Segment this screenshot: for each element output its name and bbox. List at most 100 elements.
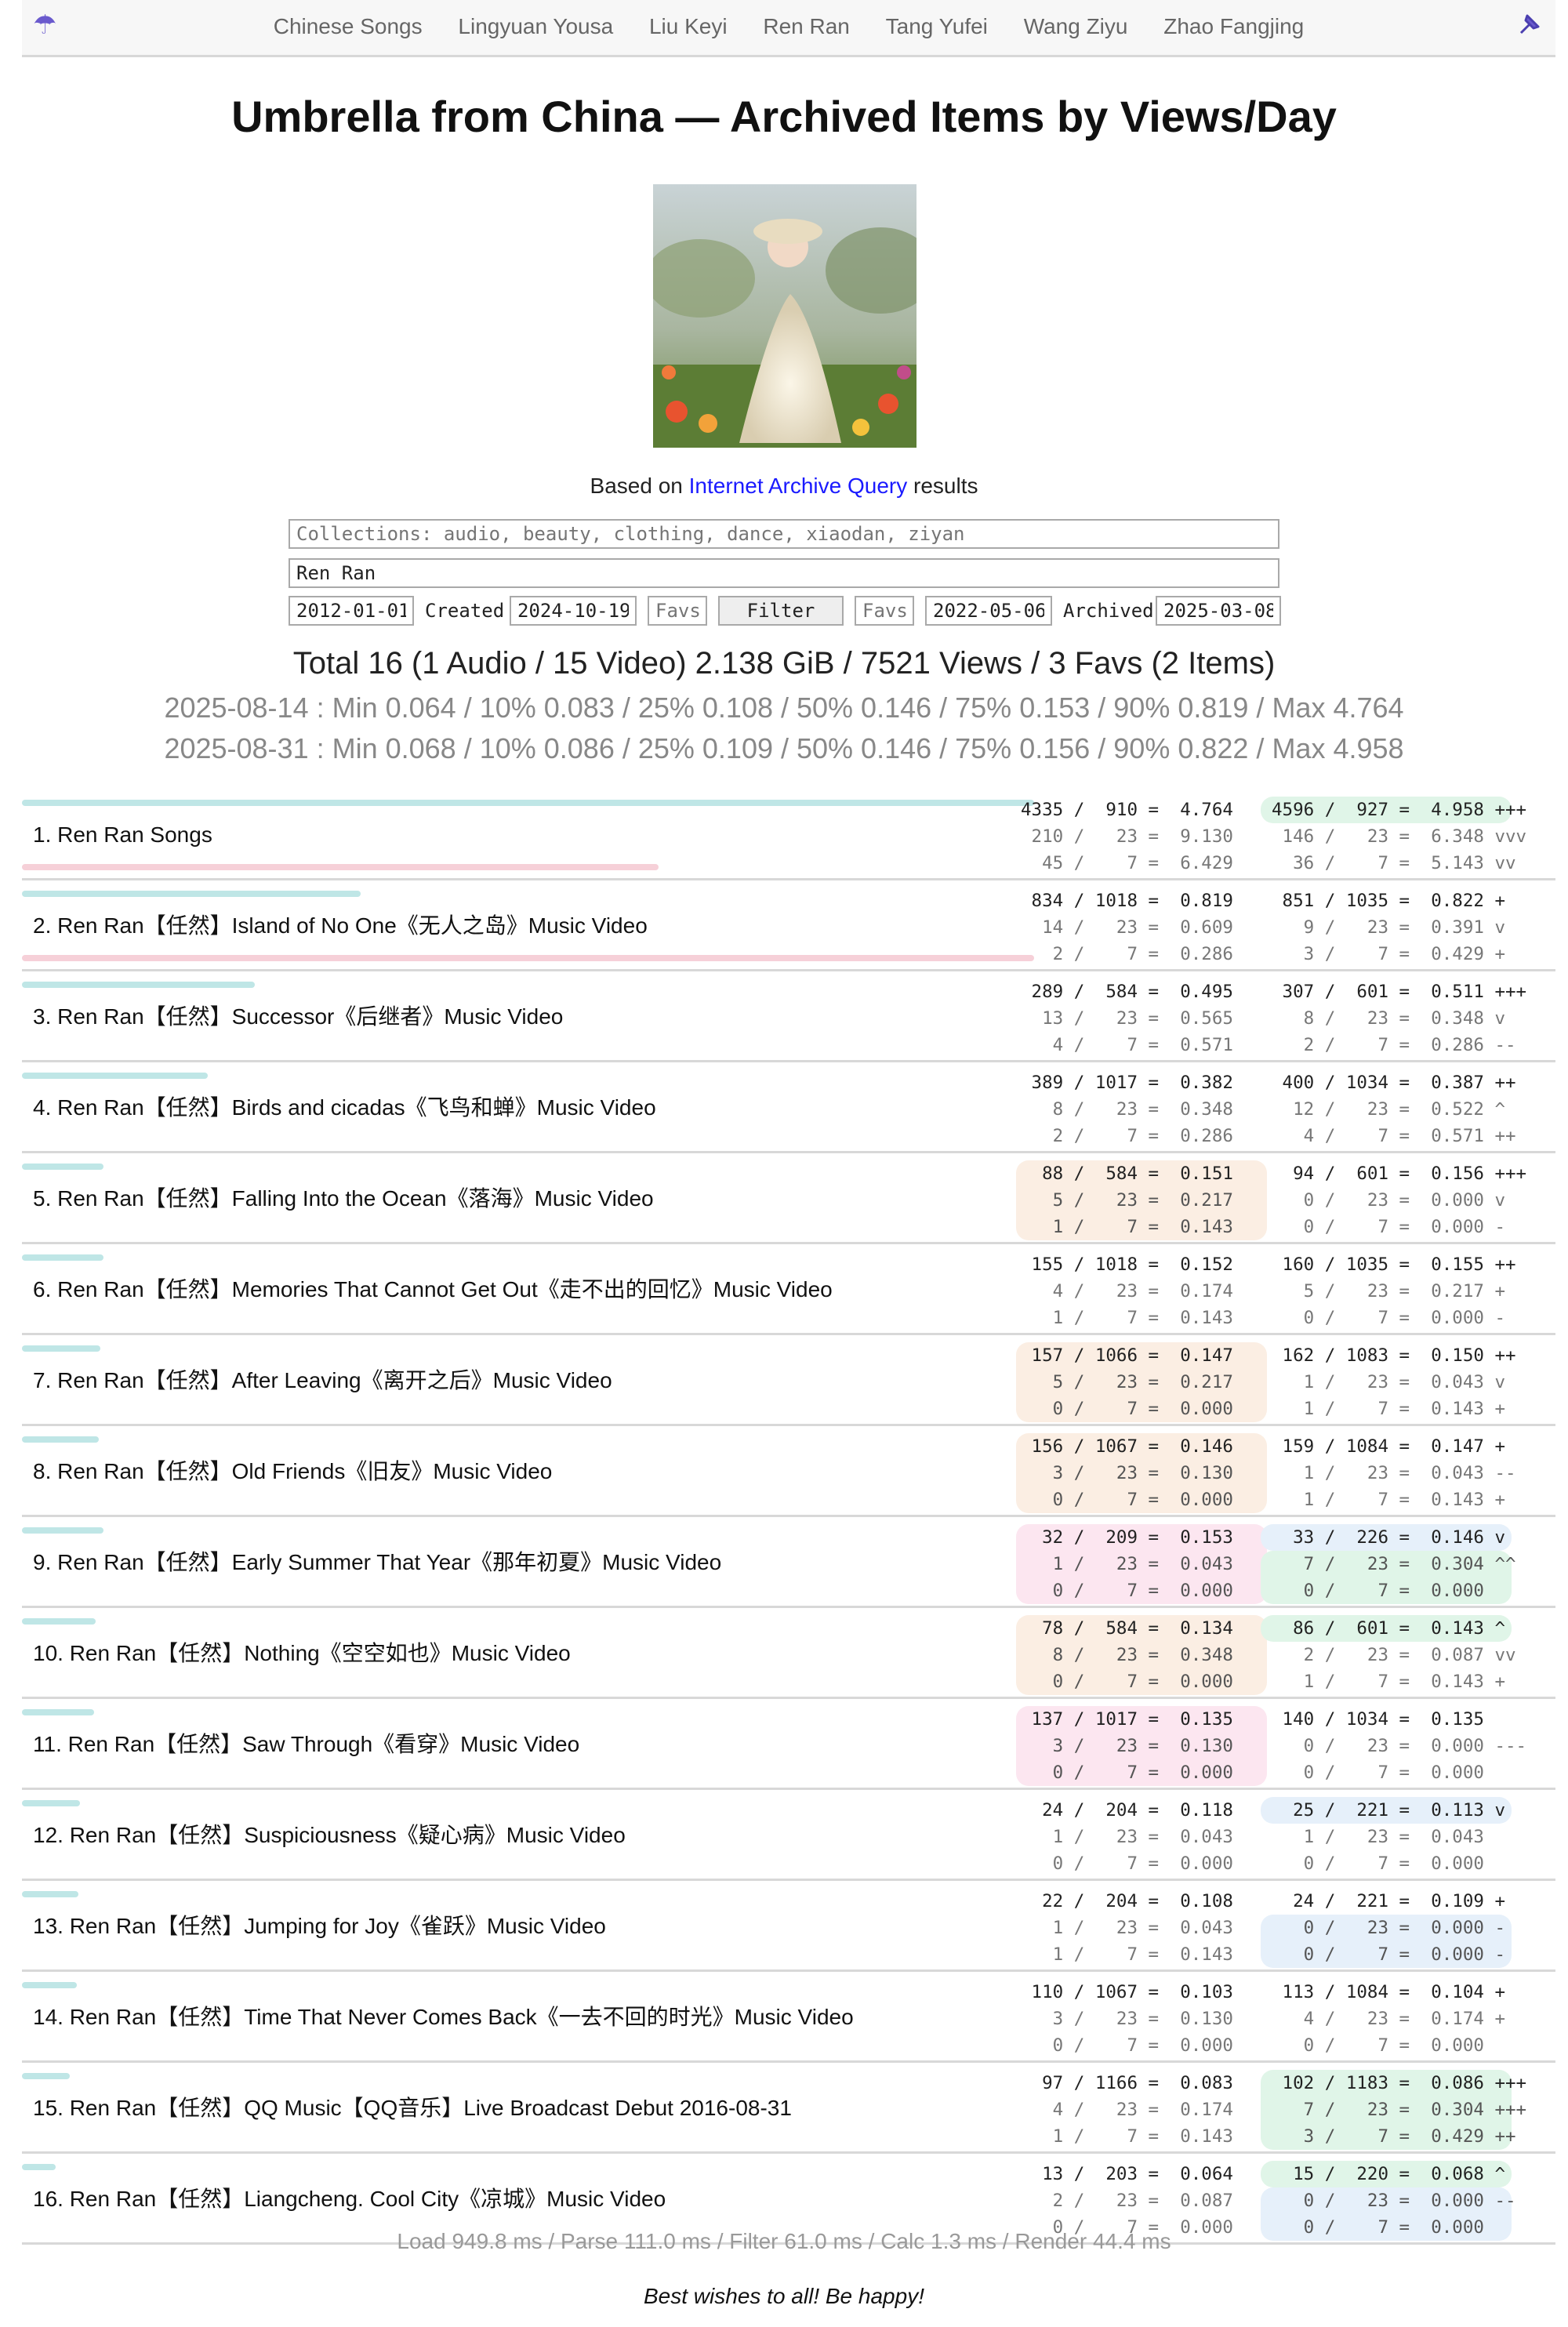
stat-total-line: 157 / 1066 = 0.147 [1016, 1342, 1267, 1369]
pin-icon[interactable] [1516, 9, 1544, 45]
stat-week-line: 4 / 7 = 0.571 [1021, 1035, 1233, 1055]
header-photo [653, 184, 916, 448]
item-title-link[interactable]: 9. Ren Ran【任然】Early Summer That Year《那年初… [33, 1519, 721, 1606]
stats-column-latest: 25 / 221 = 0.113 v 1 / 23 = 0.043 0 / 7 … [1261, 1797, 1512, 1877]
stat-week-line: 0 / 7 = 0.000 [1016, 1396, 1267, 1422]
stat-total-line: 137 / 1017 = 0.135 [1016, 1706, 1267, 1733]
archived-from-input[interactable] [925, 596, 1052, 626]
stats-column-first: 24 / 204 = 0.118 1 / 23 = 0.043 0 / 7 = … [1016, 1797, 1267, 1877]
stats-column-first: 110 / 1067 = 0.103 3 / 23 = 0.130 0 / 7 … [1016, 1979, 1267, 2059]
table-row[interactable]: 12. Ren Ran【任然】Suspiciousness《疑心病》Music … [22, 1792, 1555, 1881]
favs-min-input[interactable] [648, 596, 707, 626]
table-row[interactable]: 15. Ren Ran【任然】QQ Music【QQ音乐】Live Broadc… [22, 2065, 1555, 2154]
stat-total-line: 4596 / 927 = 4.958 +++ [1261, 797, 1526, 823]
item-title-link[interactable]: 10. Ren Ran【任然】Nothing《空空如也》Music Video [33, 1610, 571, 1697]
table-row[interactable]: 13. Ren Ran【任然】Jumping for Joy《雀跃》Music … [22, 1883, 1555, 1972]
stats-column-first: 389 / 1017 = 0.382 8 / 23 = 0.348 2 / 7 … [1016, 1069, 1267, 1149]
items-list: 1. Ren Ran Songs 4335 / 910 = 4.764 210 /… [22, 792, 1555, 2247]
stat-total-line: 86 / 601 = 0.143 ^ [1261, 1615, 1512, 1642]
item-title-link[interactable]: 5. Ren Ran【任然】Falling Into the Ocean《落海》… [33, 1156, 654, 1242]
stat-week-line: 1 / 7 = 0.143 [1021, 1308, 1233, 1328]
item-title-link[interactable]: 3. Ren Ran【任然】Successor《后继者》Music Video [33, 974, 563, 1060]
filter-button[interactable]: Filter [718, 596, 844, 626]
stat-total-line: 97 / 1166 = 0.083 [1021, 2073, 1233, 2093]
stat-total-line: 159 / 1084 = 0.147 + [1272, 1436, 1506, 1457]
stat-total-line: 400 / 1034 = 0.387 ++ [1272, 1073, 1516, 1093]
stat-month-line: 0 / 23 = 0.000 --- [1272, 1736, 1527, 1756]
stat-total-line: 851 / 1035 = 0.822 + [1272, 891, 1506, 911]
stat-total-line: 102 / 1183 = 0.086 +++ [1261, 2070, 1526, 2096]
created-to-input[interactable] [510, 596, 637, 626]
nav-link-lingyuan-yousa[interactable]: Lingyuan Yousa [458, 14, 613, 38]
item-title-link[interactable]: 1. Ren Ran Songs [33, 792, 212, 878]
nav-link-ren-ran[interactable]: Ren Ran [763, 14, 850, 38]
item-title-link[interactable]: 4. Ren Ran【任然】Birds and cicadas《飞鸟和蝉》Mus… [33, 1065, 656, 1151]
stats-column-latest: 24 / 221 = 0.109 + 0 / 23 = 0.000 - 0 / … [1261, 1888, 1512, 1968]
stat-month-line: 1 / 23 = 0.043 [1021, 1918, 1233, 1938]
nav-link-tang-yufei[interactable]: Tang Yufei [886, 14, 988, 38]
stats-column-first: 155 / 1018 = 0.152 4 / 23 = 0.174 1 / 7 … [1016, 1251, 1267, 1331]
based-on-suffix: results [913, 474, 978, 498]
stat-total-line: 289 / 584 = 0.495 [1021, 982, 1233, 1002]
stat-total-line: 160 / 1035 = 0.155 ++ [1272, 1254, 1516, 1275]
stat-total-line: 94 / 601 = 0.156 +++ [1272, 1164, 1527, 1184]
stat-total-line: 156 / 1067 = 0.146 [1016, 1433, 1267, 1460]
stat-total-line: 162 / 1083 = 0.150 ++ [1272, 1345, 1516, 1366]
item-title-link[interactable]: 11. Ren Ran【任然】Saw Through《看穿》Music Vide… [33, 1701, 579, 1788]
stat-month-line: 0 / 23 = 0.000 v [1272, 1190, 1506, 1211]
nav-link-wang-ziyu[interactable]: Wang Ziyu [1024, 14, 1128, 38]
stat-total-line: 834 / 1018 = 0.819 [1021, 891, 1233, 911]
item-title-link[interactable]: 8. Ren Ran【任然】Old Friends《旧友》Music Video [33, 1429, 552, 1515]
stat-week-line: 0 / 7 = 0.000 [1261, 1577, 1512, 1604]
collections-input[interactable] [289, 519, 1279, 549]
table-row[interactable]: 8. Ren Ran【任然】Old Friends《旧友》Music Video… [22, 1429, 1555, 1517]
nav-link-chinese-songs[interactable]: Chinese Songs [274, 14, 423, 38]
stats-column-latest: 162 / 1083 = 0.150 ++ 1 / 23 = 0.043 v 1… [1261, 1342, 1516, 1422]
stat-month-line: 1 / 23 = 0.043 v [1272, 1372, 1506, 1392]
table-row[interactable]: 9. Ren Ran【任然】Early Summer That Year《那年初… [22, 1519, 1555, 1608]
created-from-input[interactable] [289, 596, 414, 626]
table-row[interactable]: 2. Ren Ran【任然】Island of No One《无人之岛》Musi… [22, 883, 1555, 971]
archived-to-input[interactable] [1156, 596, 1281, 626]
stat-month-line: 210 / 23 = 9.130 [1021, 826, 1233, 847]
stat-month-line: 1 / 23 = 0.043 [1016, 1551, 1267, 1577]
stat-week-line: 1 / 7 = 0.143 + [1272, 1490, 1506, 1510]
table-row[interactable]: 4. Ren Ran【任然】Birds and cicadas《飞鸟和蝉》Mus… [22, 1065, 1555, 1153]
table-row[interactable]: 11. Ren Ran【任然】Saw Through《看穿》Music Vide… [22, 1701, 1555, 1790]
stats-column-latest: 160 / 1035 = 0.155 ++ 5 / 23 = 0.217 + 0… [1261, 1251, 1516, 1331]
nav-link-zhao-fangjing[interactable]: Zhao Fangjing [1163, 14, 1304, 38]
stats-column-first: 289 / 584 = 0.495 13 / 23 = 0.565 4 / 7 … [1016, 978, 1267, 1058]
stats-column-latest: 307 / 601 = 0.511 +++ 8 / 23 = 0.348 v 2… [1261, 978, 1527, 1058]
table-row[interactable]: 6. Ren Ran【任然】Memories That Cannot Get O… [22, 1247, 1555, 1335]
nav-link-liu-keyi[interactable]: Liu Keyi [649, 14, 728, 38]
item-title-link[interactable]: 13. Ren Ran【任然】Jumping for Joy《雀跃》Music … [33, 1883, 606, 1969]
table-row[interactable]: 10. Ren Ran【任然】Nothing《空空如也》Music Video … [22, 1610, 1555, 1699]
stat-week-line: 2 / 7 = 0.286 [1021, 1126, 1233, 1146]
table-row[interactable]: 14. Ren Ran【任然】Time That Never Comes Bac… [22, 1974, 1555, 2063]
timing-footer: Load 949.8 ms / Parse 111.0 ms / Filter … [397, 2229, 1171, 2253]
table-row[interactable]: 1. Ren Ran Songs 4335 / 910 = 4.764 210 /… [22, 792, 1555, 880]
table-row[interactable]: 3. Ren Ran【任然】Successor《后继者》Music Video … [22, 974, 1555, 1062]
table-row[interactable]: 5. Ren Ran【任然】Falling Into the Ocean《落海》… [22, 1156, 1555, 1244]
stats-column-latest: 4596 / 927 = 4.958 +++ 146 / 23 = 6.348 … [1261, 797, 1526, 877]
stats-column-latest: 140 / 1034 = 0.135 0 / 23 = 0.000 --- 0 … [1261, 1706, 1527, 1786]
nav-links: Chinese Songs Lingyuan Yousa Liu Keyi Re… [22, 11, 1555, 42]
stat-month-line: 1 / 23 = 0.043 -- [1272, 1463, 1516, 1483]
stat-total-line: 24 / 204 = 0.118 [1021, 1800, 1233, 1821]
favs-max-input[interactable] [855, 596, 914, 626]
total-summary: Total 16 (1 Audio / 15 Video) 2.138 GiB … [292, 646, 1276, 681]
stat-month-line: 4 / 23 = 0.174 + [1272, 2009, 1506, 2029]
stat-week-line: 1 / 7 = 0.143 [1021, 2126, 1233, 2147]
item-title-link[interactable]: 7. Ren Ran【任然】After Leaving《离开之后》Music V… [33, 1338, 612, 1424]
item-title-link[interactable]: 2. Ren Ran【任然】Island of No One《无人之岛》Musi… [33, 883, 648, 969]
item-title-link[interactable]: 6. Ren Ran【任然】Memories That Cannot Get O… [33, 1247, 833, 1333]
item-title-link[interactable]: 14. Ren Ran【任然】Time That Never Comes Bac… [33, 1974, 854, 2060]
query-input[interactable] [289, 558, 1279, 588]
item-title-link[interactable]: 15. Ren Ran【任然】QQ Music【QQ音乐】Live Broadc… [33, 2065, 792, 2151]
stat-month-line: 12 / 23 = 0.522 ^ [1272, 1099, 1506, 1120]
stat-week-line: 3 / 7 = 0.429 + [1272, 944, 1506, 964]
best-wishes: Best wishes to all! Be happy! [644, 2284, 924, 2308]
item-title-link[interactable]: 12. Ren Ran【任然】Suspiciousness《疑心病》Music … [33, 1792, 626, 1879]
internet-archive-query-link[interactable]: Internet Archive Query [689, 474, 908, 498]
table-row[interactable]: 7. Ren Ran【任然】After Leaving《离开之后》Music V… [22, 1338, 1555, 1426]
